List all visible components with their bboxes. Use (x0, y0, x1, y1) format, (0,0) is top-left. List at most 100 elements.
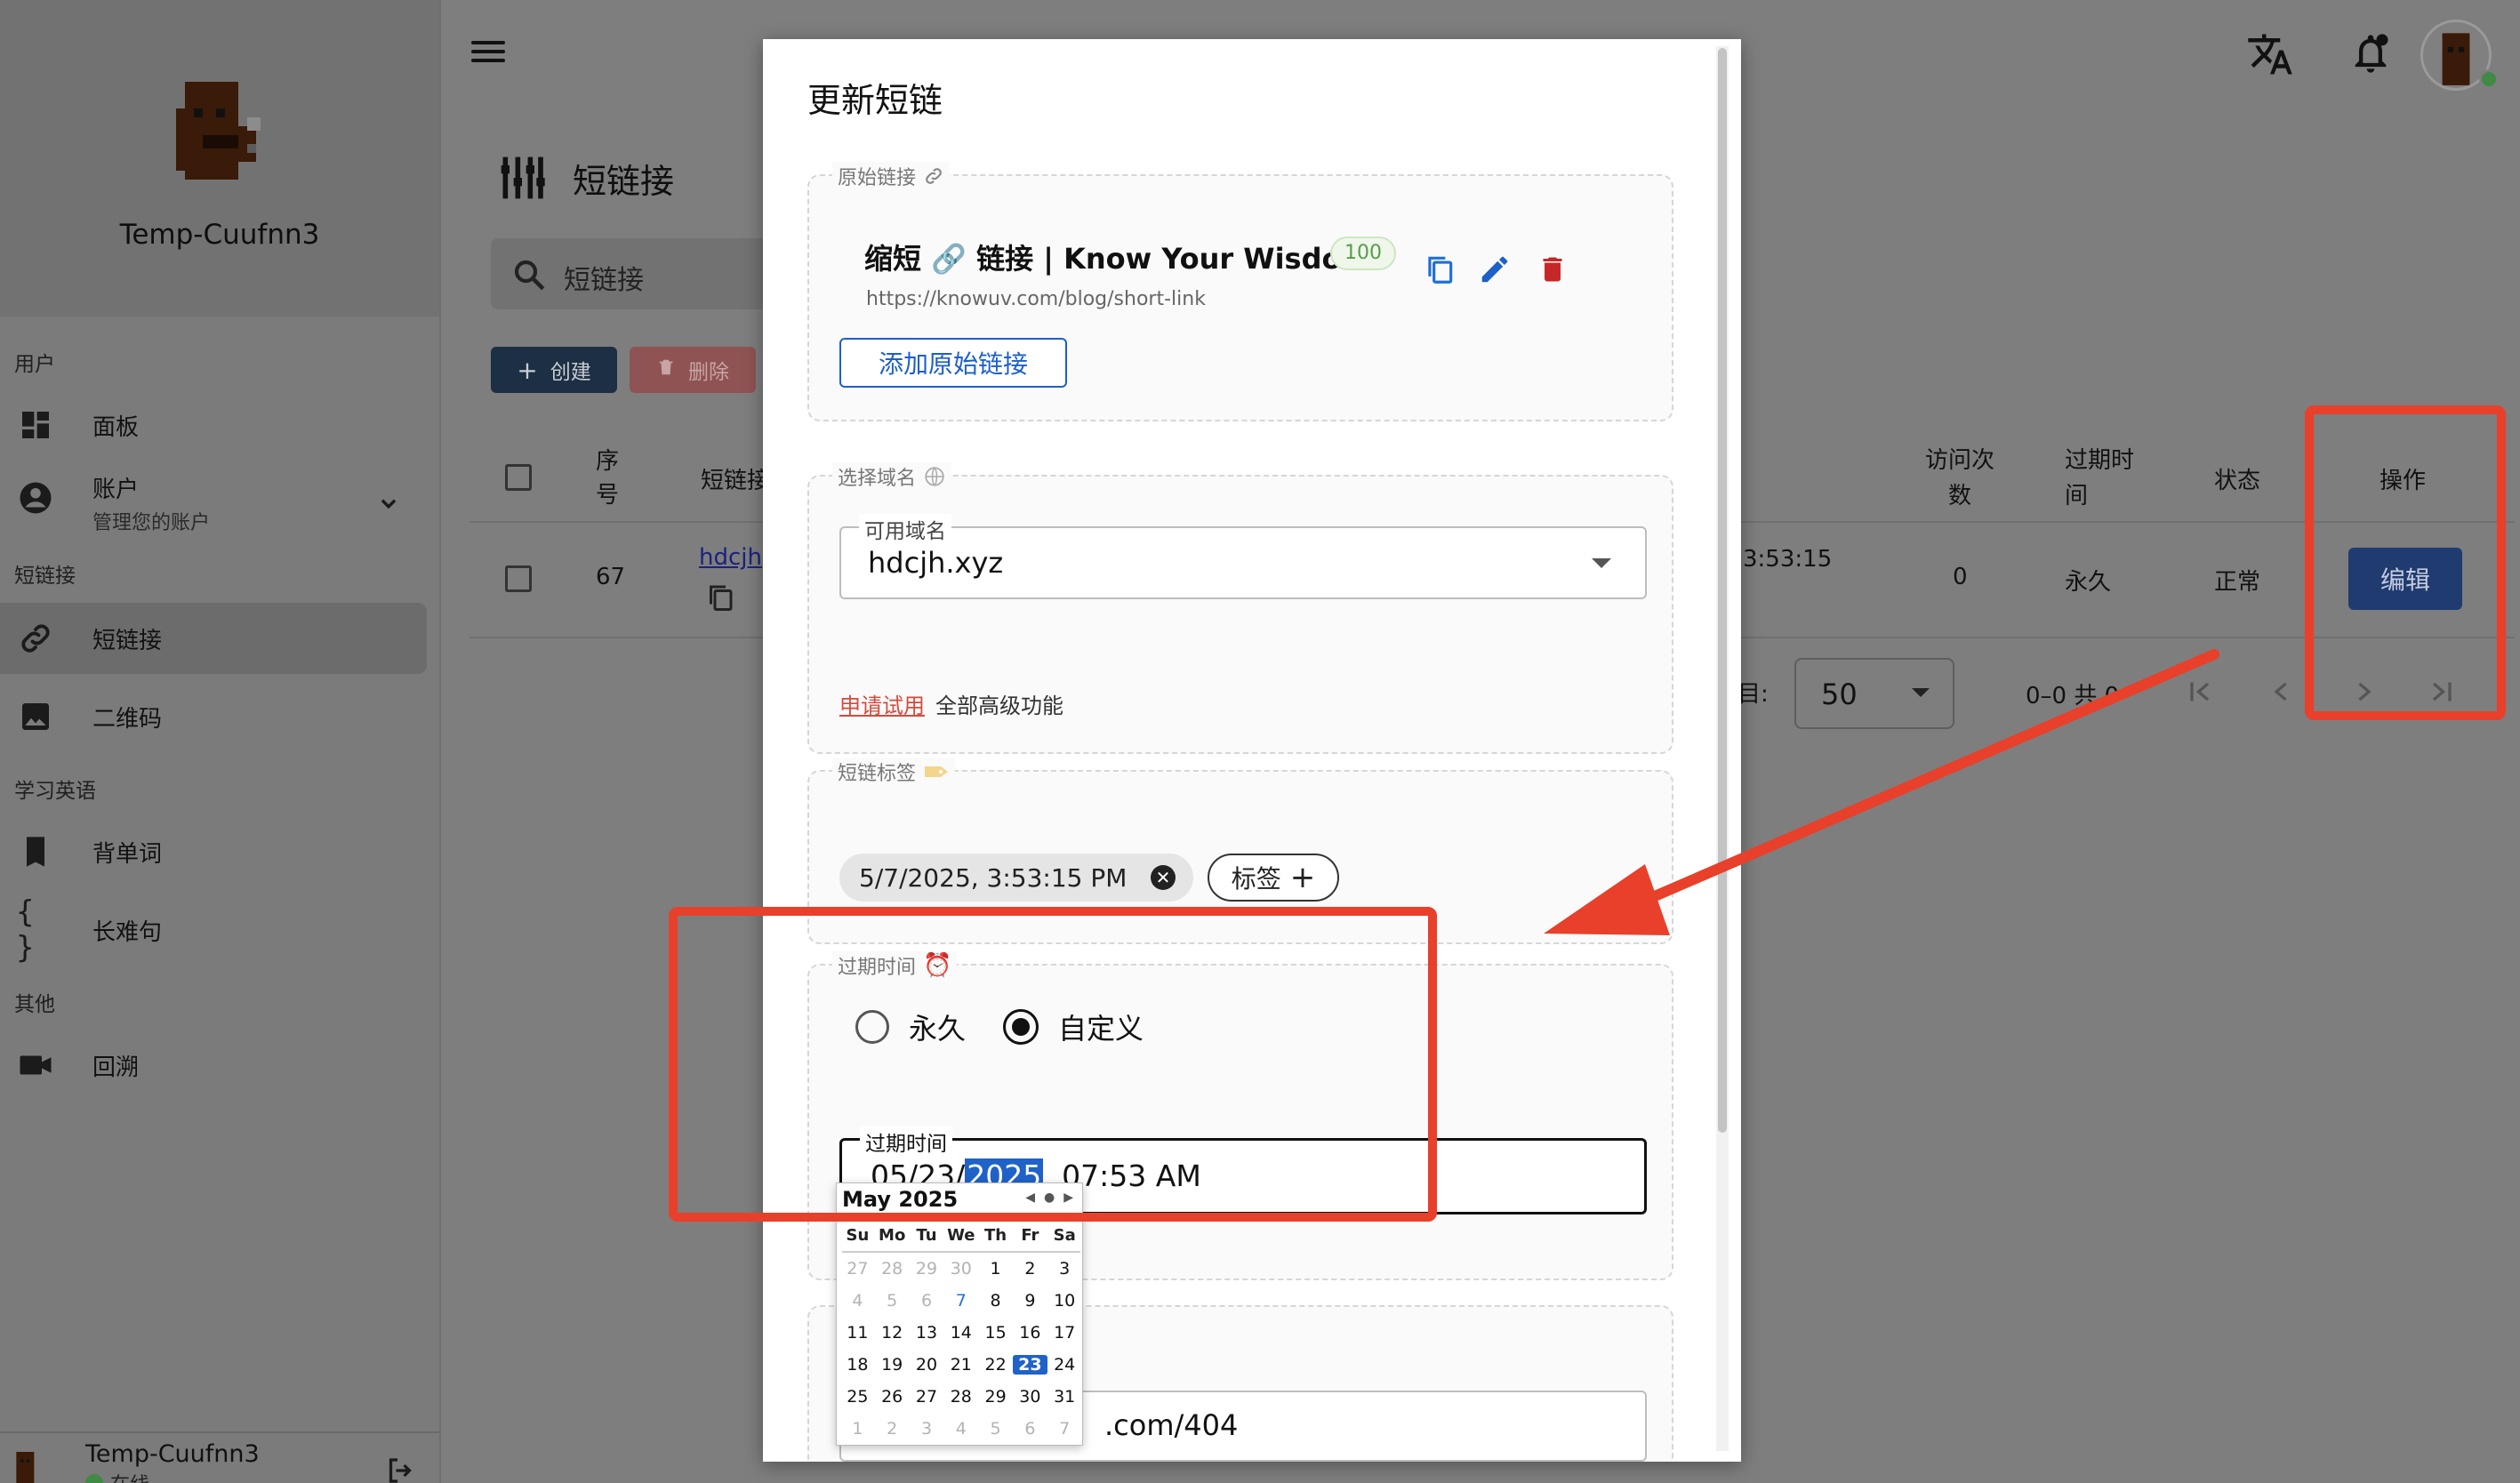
calendar-day[interactable]: 7 (943, 1291, 978, 1311)
calendar-day[interactable]: 10 (1047, 1291, 1082, 1311)
calendar-day[interactable]: 15 (978, 1323, 1013, 1343)
weight-badge: 100 (1330, 236, 1396, 270)
calendar-day[interactable]: 30 (943, 1259, 978, 1279)
sidebar-item-dashboard[interactable]: 面板 (0, 389, 427, 461)
calendar-day[interactable]: 12 (875, 1323, 910, 1343)
calendar-day[interactable]: 1 (978, 1259, 1013, 1279)
dropdown-arrow-icon (1592, 558, 1611, 568)
calendar-day[interactable]: 5 (978, 1419, 1013, 1439)
avatar[interactable] (167, 73, 274, 197)
section-other: 其他 (14, 993, 55, 1016)
calendar-day[interactable]: 29 (978, 1387, 1013, 1407)
row-created-time: 3:53:15 (1743, 546, 1833, 573)
edit-pencil-icon[interactable] (1478, 253, 1512, 290)
row-shortlink[interactable]: hdcjh (699, 544, 762, 571)
calendar-day[interactable]: 2 (875, 1419, 910, 1439)
footer-username: Temp-Cuufnn3 (85, 1440, 260, 1468)
calendar-day[interactable]: 6 (1013, 1419, 1047, 1439)
calendar-day[interactable]: 25 (840, 1387, 875, 1407)
calendar-day[interactable]: 28 (875, 1259, 910, 1279)
plus-icon: + (517, 355, 538, 385)
copy-icon[interactable] (704, 581, 736, 617)
calendar-day[interactable]: 30 (1013, 1387, 1047, 1407)
calendar-day[interactable]: 27 (840, 1259, 875, 1279)
sidebar-item-sentence[interactable]: { } 长难句 (0, 894, 427, 966)
copy-icon[interactable] (1423, 253, 1457, 290)
calendar-day[interactable]: 24 (1047, 1355, 1082, 1375)
logout-icon[interactable] (384, 1455, 416, 1483)
calendar-day[interactable]: 16 (1013, 1323, 1047, 1343)
tag-chip[interactable]: 5/7/2025, 3:53:15 PM ✕ (839, 854, 1193, 902)
chevron-down-icon[interactable] (373, 489, 404, 523)
prev-page-icon[interactable] (2266, 676, 2298, 711)
calendar-day[interactable]: 28 (943, 1387, 978, 1407)
calendar-day[interactable]: 21 (943, 1355, 978, 1375)
row-status: 正常 (2214, 569, 2261, 596)
calendar-day[interactable]: 22 (978, 1355, 1013, 1375)
calendar-day[interactable]: 5 (875, 1291, 910, 1311)
add-original-link-button[interactable]: 添加原始链接 (839, 338, 1067, 388)
scrollbar-thumb[interactable] (1718, 48, 1727, 1133)
account-circle-icon (16, 478, 55, 517)
domain-select[interactable]: 可用域名 hdcjh.xyz (839, 514, 1647, 599)
calendar-day[interactable]: 11 (840, 1323, 875, 1343)
dialog-title: 更新短链 (807, 81, 943, 120)
trial-link[interactable]: 申请试用 (839, 688, 925, 719)
calendar-day[interactable]: 7 (1047, 1419, 1082, 1439)
date-picker-popup: May 2025 ◀ ● ▶ Su Mo Tu We Th Fr Sa 27 28 29 30 1 2… (836, 1182, 1083, 1446)
calendar-day[interactable]: 3 (1047, 1259, 1082, 1279)
calendar-day[interactable]: 23 (1012, 1355, 1047, 1375)
calendar-day[interactable]: 9 (1013, 1291, 1047, 1311)
footer-status: 在线 (85, 1469, 149, 1483)
legend-label: 选择域名 (838, 468, 917, 490)
domain-value: hdcjh.xyz (868, 546, 1004, 580)
calendar-day[interactable]: 8 (978, 1291, 1013, 1311)
domain-field-label: 可用域名 (859, 514, 951, 544)
create-button[interactable]: + 创建 (491, 347, 617, 393)
calendar-day[interactable]: 6 (910, 1291, 944, 1311)
translate-icon[interactable] (2246, 30, 2294, 82)
select-all-checkbox[interactable] (505, 464, 532, 491)
tags-legend: 短链标签 (832, 758, 956, 786)
sidebar-item-label: 账户 (92, 477, 140, 503)
sidebar-item-shortlink[interactable]: 短链接 (0, 603, 427, 674)
original-link-title: 缩短 🔗 链接 | Know Your Wisdom (864, 242, 1371, 276)
calendar-day[interactable]: 29 (910, 1259, 944, 1279)
domain-legend: 选择域名 (832, 462, 952, 491)
sidebar-item-qrcode[interactable]: 二维码 (0, 681, 427, 752)
sidebar-item-vocab[interactable]: 背单词 (0, 816, 427, 887)
add-tag-button[interactable]: 标签 + (1208, 854, 1339, 902)
calendar-day[interactable]: 3 (910, 1419, 944, 1439)
row-checkbox[interactable] (505, 565, 532, 592)
calendar-day[interactable]: 13 (910, 1323, 944, 1343)
calendar-day[interactable]: 27 (910, 1387, 944, 1407)
original-link-url[interactable]: https://knowuv.com/blog/short-link (866, 288, 1206, 310)
calendar-day[interactable]: 18 (840, 1355, 875, 1375)
calendar-day[interactable]: 19 (875, 1355, 910, 1375)
remove-tag-icon[interactable]: ✕ (1151, 865, 1176, 890)
notification-bell-icon[interactable] (2347, 30, 2394, 80)
link-icon (16, 619, 55, 658)
menu-icon[interactable] (471, 36, 510, 68)
calendar-day[interactable]: 2 (1013, 1259, 1047, 1279)
calendar-day[interactable]: 17 (1047, 1323, 1082, 1343)
calendar-day[interactable]: 31 (1047, 1387, 1082, 1407)
delete-button[interactable]: 删除 (630, 347, 756, 393)
header-status: 状态 (2214, 468, 2261, 494)
calendar-day[interactable]: 14 (943, 1323, 978, 1343)
sidebar-item-playback[interactable]: 回溯 (0, 1030, 427, 1101)
row-expire: 永久 (2065, 569, 2112, 596)
footer-avatar[interactable] (9, 1447, 44, 1483)
sidebar-item-account[interactable]: 账户 管理您的账户 (0, 466, 427, 542)
calendar-day[interactable]: 4 (840, 1291, 875, 1311)
calendar-day[interactable]: 4 (943, 1419, 978, 1439)
calendar-day[interactable]: 20 (910, 1355, 944, 1375)
delete-icon[interactable] (1537, 253, 1569, 290)
calendar-day[interactable]: 1 (840, 1419, 875, 1439)
page-heading-label: 短链接 (573, 161, 675, 201)
calendar-day[interactable]: 26 (875, 1387, 910, 1407)
header-index: 序号 (596, 448, 620, 509)
section-shortlink: 短链接 (14, 565, 76, 588)
calendar-week-row: 11 12 13 14 15 16 17 (840, 1317, 1082, 1349)
header-visits: 访问次数 (1924, 447, 1994, 509)
